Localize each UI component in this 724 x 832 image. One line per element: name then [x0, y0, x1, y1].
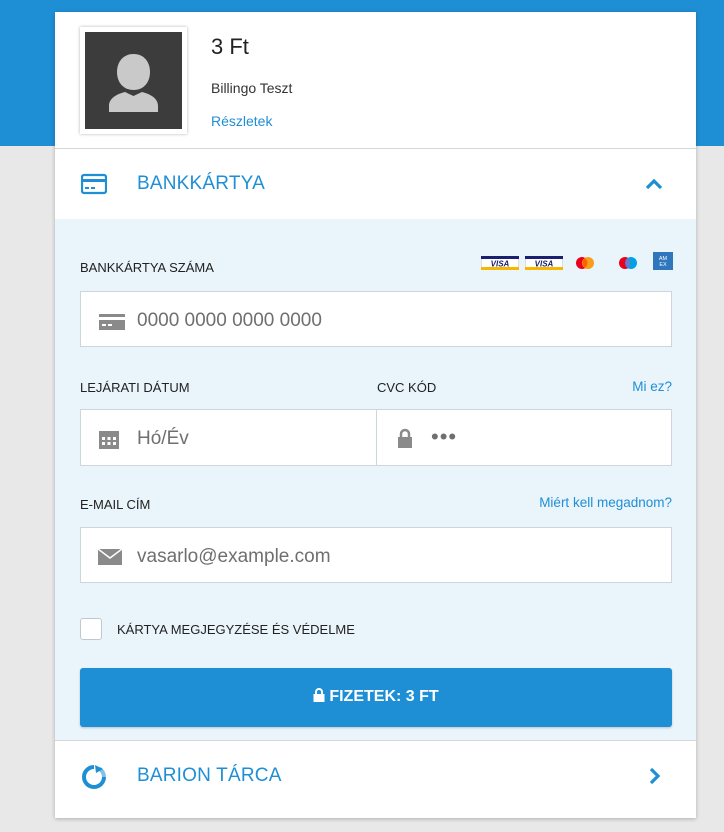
chevron-up-icon: [645, 178, 663, 190]
amex-icon: AM EX: [653, 252, 673, 270]
card-section-header[interactable]: BANKKÁRTYA: [55, 149, 696, 220]
card-number-icon: [99, 314, 125, 330]
card-form: BANKKÁRTYA SZÁMA VISA VISA AM EX 0000 00…: [55, 219, 696, 740]
expiry-input[interactable]: Hó/Év: [80, 409, 377, 466]
payment-card: 3 Ft Billingo Teszt Részletek BANKKÁRTYA…: [55, 12, 696, 818]
merchant-amount: 3 Ft: [211, 34, 249, 59]
cvc-input[interactable]: •••: [376, 409, 672, 466]
card-number-placeholder: 0000 0000 0000 0000: [137, 310, 322, 331]
remember-card-label[interactable]: KÁRTYA MEGJEGYZÉSE ÉS VÉDELME: [117, 622, 355, 637]
card-section-title: BANKKÁRTYA: [137, 173, 266, 194]
avatar: [85, 32, 182, 129]
barion-logo-icon: [82, 765, 106, 789]
maestro-icon: [619, 257, 637, 269]
lock-icon: [398, 428, 412, 448]
svg-text:EX: EX: [659, 262, 667, 268]
card-number-input[interactable]: 0000 0000 0000 0000: [80, 291, 672, 347]
wallet-section-header[interactable]: BARION TÁRCA: [55, 740, 696, 811]
merchant-name: Billingo Teszt: [211, 80, 293, 96]
pay-button-label: FIZETEK: 3 FT: [329, 688, 439, 705]
credit-card-icon: [81, 173, 107, 195]
pay-button[interactable]: FIZETEK: 3 FT: [80, 668, 672, 727]
cvc-placeholder: •••: [431, 424, 458, 449]
chevron-right-icon: [649, 767, 661, 785]
email-placeholder: vasarlo@example.com: [137, 546, 331, 567]
expiry-label: LEJÁRATI DÁTUM: [80, 380, 190, 395]
merchant-summary: 3 Ft Billingo Teszt Részletek: [55, 12, 696, 149]
card-number-label: BANKKÁRTYA SZÁMA: [80, 260, 214, 275]
details-link[interactable]: Részletek: [211, 113, 272, 129]
merchant-avatar-frame: [80, 27, 187, 134]
email-help-link[interactable]: Miért kell megadnom?: [539, 495, 672, 510]
envelope-icon: [98, 549, 122, 565]
lock-icon: [313, 688, 325, 702]
remember-card-checkbox[interactable]: [80, 618, 102, 640]
svg-text:VISA: VISA: [535, 260, 554, 269]
calendar-icon: [99, 431, 119, 449]
visa-electron-icon: VISA: [525, 256, 563, 270]
expiry-placeholder: Hó/Év: [137, 428, 189, 449]
email-input[interactable]: vasarlo@example.com: [80, 527, 672, 583]
user-placeholder-icon: [109, 54, 158, 112]
wallet-section-title: BARION TÁRCA: [137, 765, 282, 786]
email-label: E-MAIL CÍM: [80, 497, 151, 512]
mastercard-icon: [576, 257, 594, 269]
cvc-help-link[interactable]: Mi ez?: [632, 379, 672, 394]
svg-text:VISA: VISA: [491, 260, 510, 269]
cvc-label: CVC KÓD: [377, 380, 437, 395]
visa-icon: VISA: [481, 256, 519, 270]
pay-button-content: FIZETEK: 3 FT: [80, 688, 672, 706]
